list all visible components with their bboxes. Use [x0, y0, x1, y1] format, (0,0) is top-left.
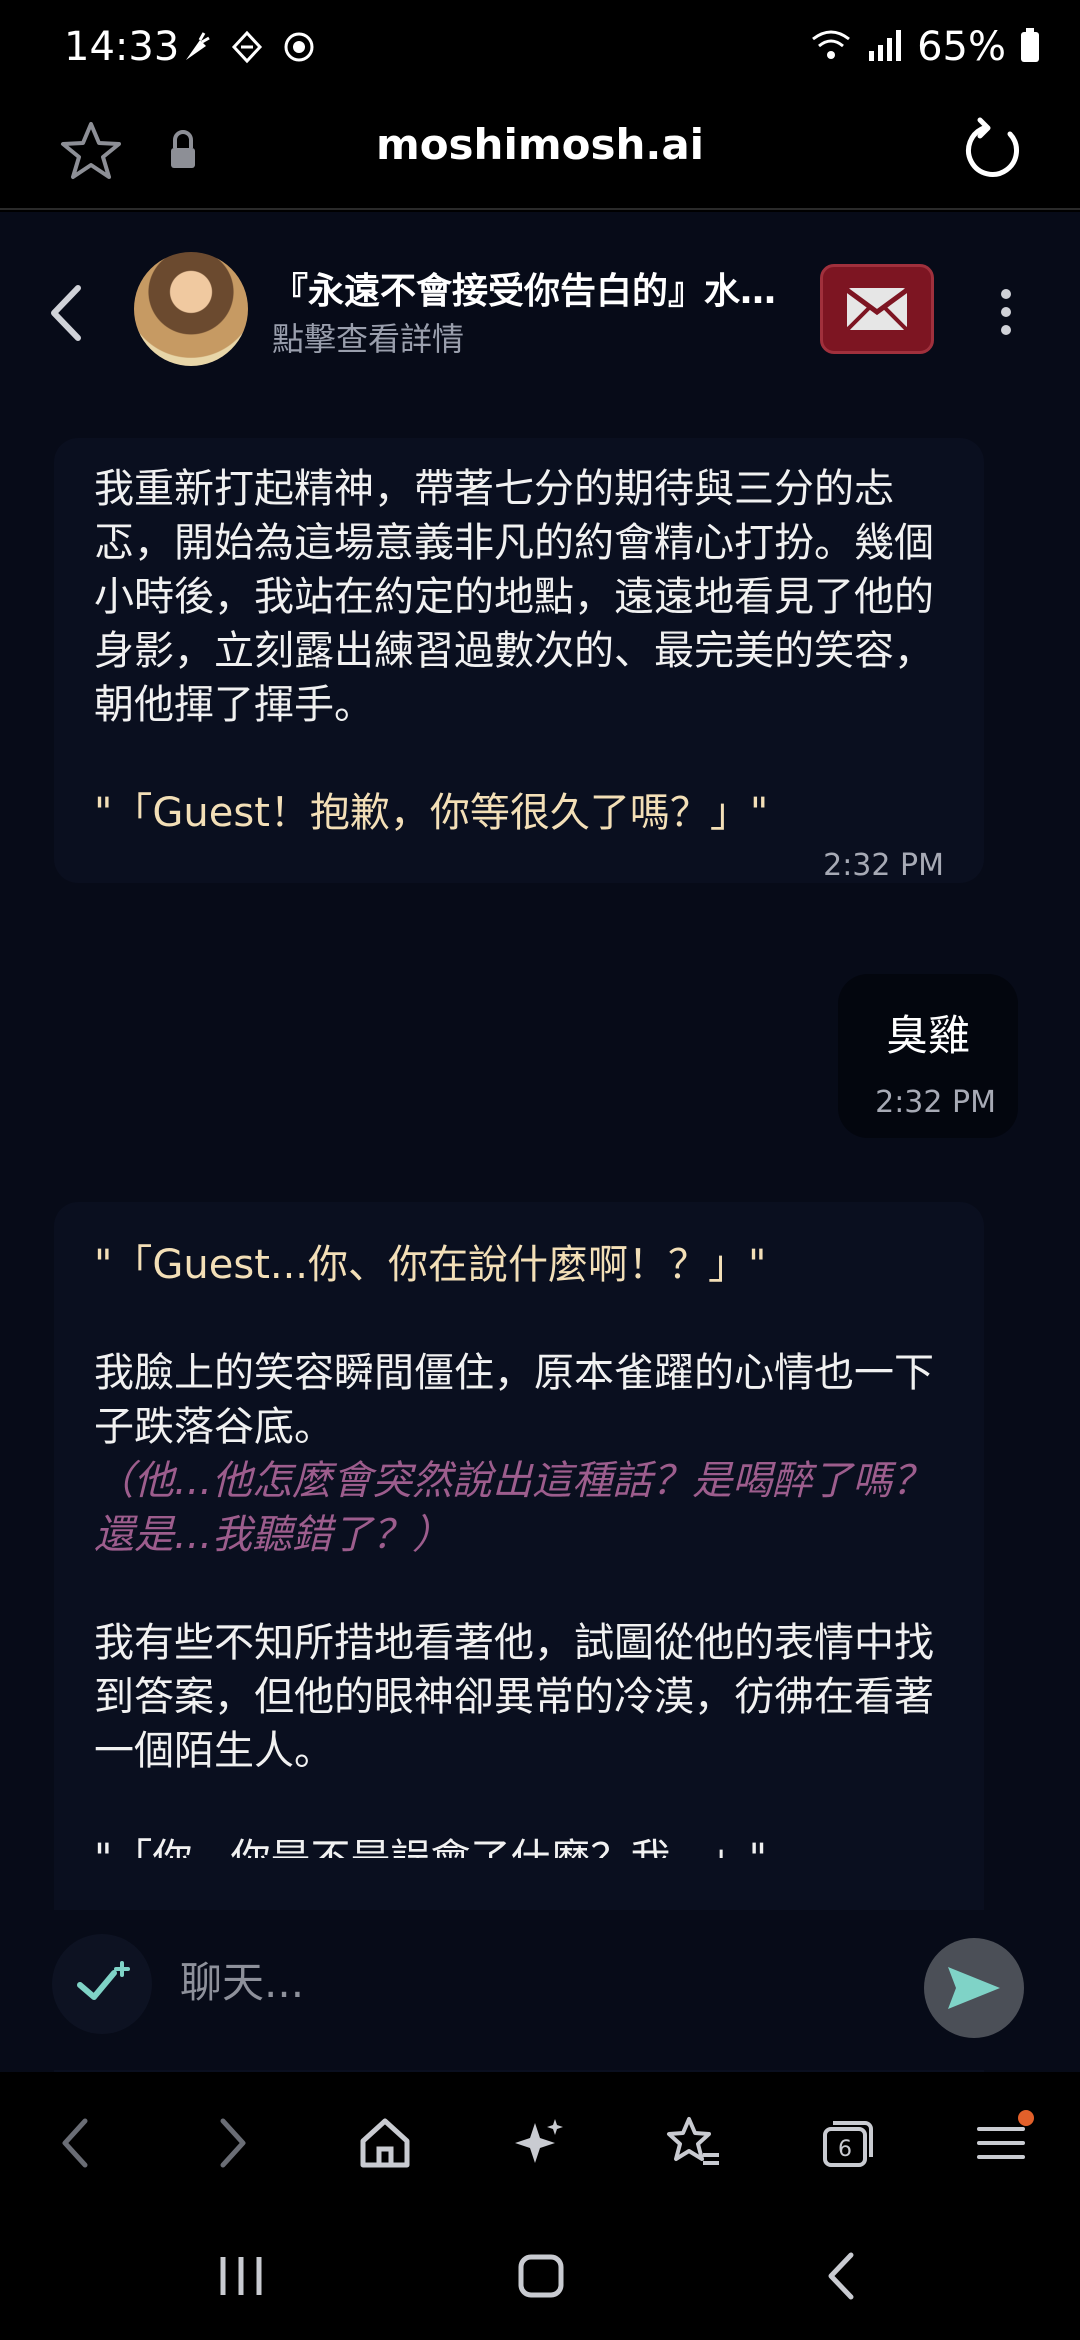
recent-apps-icon	[220, 2257, 262, 2295]
home-square-icon	[518, 2254, 564, 2298]
chat-title[interactable]: 『永遠不會接受你告白的』水…	[272, 262, 802, 314]
browser-back-button[interactable]	[40, 2108, 110, 2178]
mail-button[interactable]	[820, 264, 934, 354]
message-quote: "「Guest！抱歉，你等很久了嗎？」"	[94, 790, 769, 836]
system-back-button[interactable]	[808, 2246, 878, 2306]
character-avatar[interactable]	[134, 252, 248, 366]
envelope-icon	[845, 287, 909, 332]
signal-icon	[867, 27, 903, 67]
message-paragraph: 我重新打起精神，帶著七分的期待與三分的忐忑，開始為這場意義非凡的約會精心打扮。幾…	[94, 466, 934, 728]
chevron-left-icon	[62, 2118, 88, 2168]
notification-dot	[1018, 2110, 1034, 2126]
user-message-bubble: 臭雞 2:32 PM	[838, 974, 1018, 1138]
home-button[interactable]	[350, 2108, 420, 2178]
browser-address-bar: moshimosh.ai	[0, 100, 1080, 210]
user-message-text: 臭雞	[885, 1011, 970, 1060]
carrot-icon	[178, 30, 212, 64]
browser-forward-button[interactable]	[198, 2108, 268, 2178]
reload-button[interactable]	[958, 116, 1028, 186]
wifi-icon	[809, 27, 853, 67]
status-bar: 14:33 65%	[0, 0, 1080, 100]
chat-header: 『永遠不會接受你告白的』水… 點擊查看詳情	[0, 212, 1080, 408]
message-quote-partial: "「你...你是不是誤會了什麼？我...」"	[94, 1832, 944, 1858]
tabs-button[interactable]: 6	[812, 2108, 882, 2178]
chevron-left-icon	[51, 285, 81, 341]
send-icon	[948, 1967, 1000, 2009]
status-time: 14:33	[64, 24, 180, 70]
notification-icons	[178, 30, 316, 64]
kebab-menu-icon	[1001, 289, 1011, 335]
message-thought: （他...他怎麼會突然說出這種話？是喝醉了嗎？還是...我聽錯了？）	[94, 1458, 933, 1558]
system-navigation-bar	[0, 2212, 1080, 2340]
message-timestamp: 2:32 PM	[823, 848, 944, 883]
message-paragraph: 我臉上的笑容瞬間僵住，原本雀躍的心情也一下子跌落谷底。	[94, 1350, 934, 1450]
recent-apps-button[interactable]	[206, 2246, 276, 2306]
message-timestamp: 2:32 PM	[875, 1085, 996, 1120]
chat-subtitle[interactable]: 點擊查看詳情	[272, 314, 464, 360]
battery-icon	[1020, 27, 1040, 67]
more-options-button[interactable]	[986, 282, 1026, 342]
chat-input[interactable]: 聊天...	[180, 1948, 900, 2018]
sparkle-check-icon	[77, 1961, 130, 2000]
sparkles-icon	[515, 2119, 563, 2163]
reload-icon	[966, 117, 1019, 177]
message-paragraph: 我有些不知所措地看著他，試圖從他的表情中找到答案，但他的眼神卻異常的冷漠，彷彿在…	[94, 1620, 934, 1774]
home-system-button[interactable]	[506, 2246, 576, 2306]
ai-message-bubble: 我重新打起精神，帶著七分的期待與三分的忐忑，開始為這場意義非凡的約會精心打扮。幾…	[54, 438, 984, 883]
menu-button[interactable]	[966, 2108, 1036, 2178]
battery-percent: 65%	[917, 24, 1006, 70]
ai-assist-button[interactable]	[504, 2108, 574, 2178]
browser-toolbar: 6	[0, 2072, 1080, 2212]
chevron-right-icon	[220, 2118, 246, 2168]
suggestion-button[interactable]	[52, 1934, 152, 2034]
message-quote: "「Guest...你、你在說什麼啊！？」"	[94, 1242, 767, 1288]
tabs-icon: 6	[823, 2121, 873, 2167]
url-text[interactable]: moshimosh.ai	[0, 120, 1080, 169]
chat-input-bar: 聊天...	[0, 1910, 1080, 2070]
home-icon	[360, 2118, 410, 2168]
tabs-count: 6	[838, 2137, 852, 2162]
chat-area[interactable]: 『永遠不會接受你告白的』水… 點擊查看詳情 我重新打起精神，帶著七分的期待與三分…	[0, 212, 1080, 2072]
bookmarks-button[interactable]	[658, 2108, 728, 2178]
status-right: 65%	[809, 24, 1040, 70]
star-list-icon	[667, 2117, 719, 2165]
sync-icon	[282, 30, 316, 64]
app-badge-icon	[230, 30, 264, 64]
chevron-left-icon	[828, 2252, 854, 2300]
send-button[interactable]	[924, 1938, 1024, 2038]
back-button[interactable]	[42, 278, 92, 348]
